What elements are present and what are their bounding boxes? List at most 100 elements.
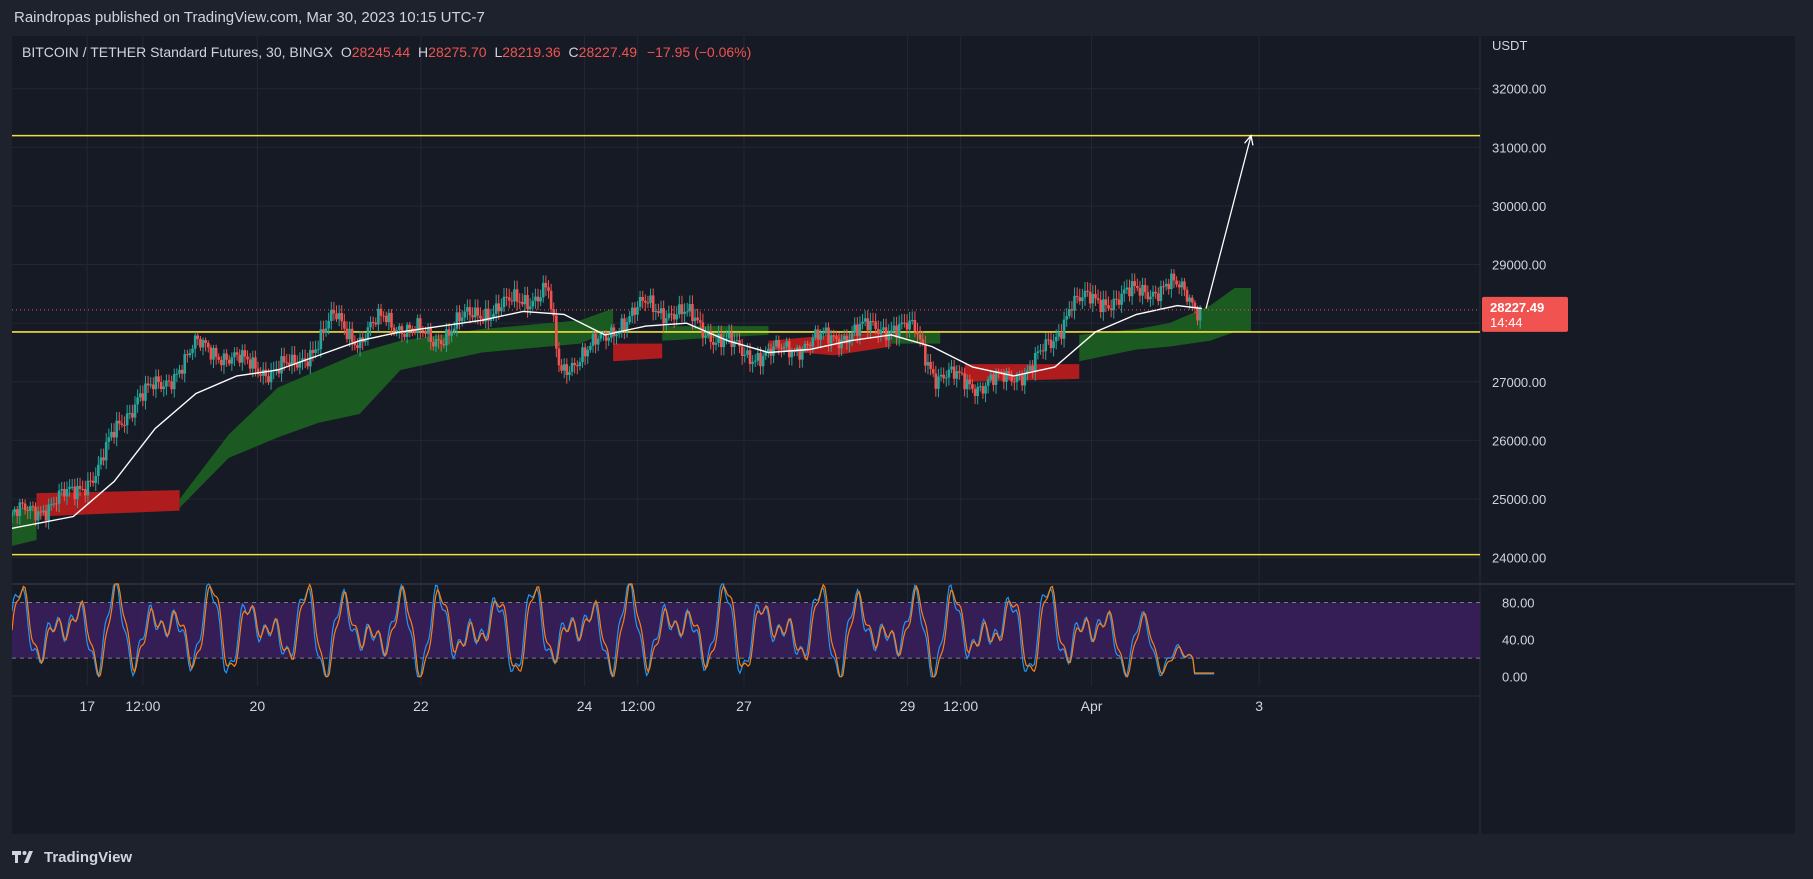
tradingview-logo-icon	[12, 851, 33, 863]
candle-down	[1020, 375, 1024, 386]
candle-down	[55, 503, 58, 505]
candle-down	[26, 510, 30, 512]
candle-down	[680, 304, 684, 315]
candle-down	[518, 301, 522, 303]
candle-down	[931, 369, 935, 374]
candle-down	[573, 362, 576, 366]
candle-down	[806, 343, 809, 346]
candle-down	[633, 307, 637, 315]
candle-up	[829, 335, 833, 344]
candle-up	[735, 340, 739, 342]
candle-down	[220, 359, 223, 366]
candle-down	[612, 327, 616, 337]
candle-down	[1086, 290, 1089, 292]
candle-down	[992, 374, 995, 385]
candle-down	[382, 315, 385, 317]
ichimoku-cloud-bull	[1079, 287, 1252, 362]
candle-up	[60, 489, 64, 491]
candle-up	[445, 329, 448, 346]
last-price-tag-value: 28227.49	[1490, 300, 1544, 315]
candle-down	[547, 287, 550, 291]
candle-up	[136, 397, 139, 405]
candle-up	[984, 385, 987, 394]
candle-up	[455, 312, 459, 329]
candle-down	[1007, 370, 1011, 375]
candle-up	[107, 437, 111, 442]
candle-down	[1172, 273, 1176, 281]
candle-up	[280, 356, 283, 374]
candle-up	[165, 380, 168, 387]
time-axis-tick: Apr	[1081, 698, 1103, 714]
candle-down	[1117, 299, 1121, 305]
candle-down	[335, 313, 338, 320]
candle-down	[1094, 293, 1097, 299]
candle-up	[1091, 293, 1095, 304]
candle-down	[526, 295, 529, 310]
candle-up	[76, 485, 79, 500]
ichimoku-cloud-bear	[613, 343, 663, 362]
candle-up	[685, 311, 689, 313]
candle-up	[1039, 350, 1042, 352]
candle-up	[49, 504, 53, 506]
candle-down	[507, 297, 511, 301]
chart-area[interactable]: USDT 32000.00 31000.00 30000.00 29000.00 2700…	[12, 36, 1795, 834]
candle-down	[1185, 289, 1189, 302]
stoch-axis-tick: 40.00	[1502, 633, 1535, 648]
candle-up	[241, 350, 244, 363]
time-axis-tick: 24	[577, 698, 593, 714]
price-axis-tick: 24000.00	[1492, 551, 1546, 566]
candle-down	[510, 300, 514, 302]
candle-up	[746, 350, 749, 355]
candle-up	[233, 352, 236, 358]
candle-up	[908, 320, 911, 330]
footer-brand[interactable]: TradingView	[12, 845, 132, 869]
candle-down	[39, 511, 43, 513]
candle-up	[175, 373, 179, 375]
candle-up	[717, 334, 720, 343]
candle-up	[125, 413, 129, 426]
candle-down	[544, 282, 548, 288]
candle-up	[790, 351, 794, 358]
candle-up	[892, 325, 896, 331]
candle-up	[850, 333, 854, 340]
candle-down	[81, 488, 84, 490]
candle-down	[871, 320, 875, 322]
price-chart[interactable]: USDT 32000.00 31000.00 30000.00 29000.00 2700…	[12, 36, 1795, 834]
candle-up	[42, 510, 45, 513]
candle-up	[937, 376, 940, 389]
candle-down	[374, 322, 378, 325]
candle-up	[562, 364, 566, 371]
candle-down	[662, 308, 665, 324]
candle-down	[856, 324, 859, 336]
candle-up	[188, 352, 192, 356]
candle-up	[1180, 281, 1184, 288]
candle-up	[803, 343, 807, 349]
candle-down	[214, 347, 218, 357]
candle-up	[950, 366, 953, 370]
candle-up	[675, 314, 679, 320]
candle-down	[384, 315, 388, 323]
candle-down	[180, 369, 184, 374]
candle-up	[1122, 289, 1126, 294]
candle-up	[596, 338, 600, 345]
candle-down	[670, 313, 673, 315]
candle-down	[1088, 291, 1092, 304]
time-axis-tick: 29	[900, 698, 916, 714]
candle-up	[615, 334, 618, 337]
candle-up	[86, 480, 90, 496]
candle-down	[1047, 339, 1050, 341]
candle-down	[759, 352, 762, 367]
candle-up	[853, 324, 856, 334]
candle-down	[340, 312, 344, 322]
candle-up	[154, 376, 158, 390]
candle-down	[293, 354, 296, 365]
candle-down	[808, 345, 812, 347]
candle-down	[112, 431, 116, 438]
candle-up	[358, 337, 362, 348]
candle-down	[259, 374, 262, 376]
candle-up	[753, 360, 757, 362]
candle-up	[541, 282, 545, 298]
candle-down	[777, 340, 781, 348]
candle-up	[1125, 287, 1129, 290]
candle-up	[57, 490, 61, 504]
